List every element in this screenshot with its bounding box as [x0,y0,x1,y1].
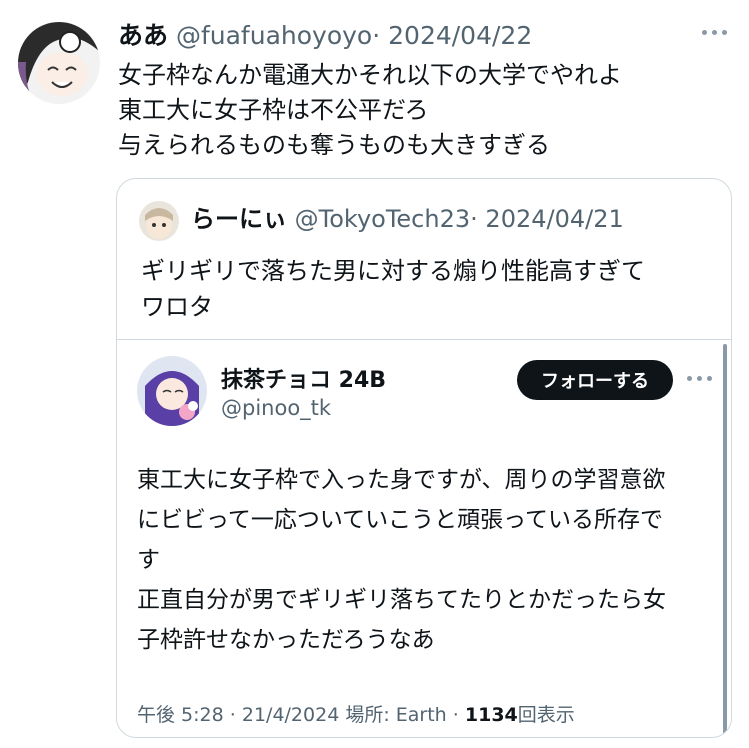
ellipsis-icon [687,376,712,381]
tweet-text-line: 女子枠なんか電通大かそれ以下の大学でやれよ [118,61,622,89]
quote-author-name[interactable]: らーにぃ [191,205,287,233]
tweet-text-line: 与えられるものも奪うものも大きすぎる [118,131,550,159]
tweet-date[interactable]: 2024/04/22 [388,21,532,50]
quote-header: らーにぃ @TokyoTech23· 2024/04/21 [191,203,624,235]
embed-more-options-button[interactable] [687,376,712,381]
tweet-text-line: 東工大に女子枠は不公平だろ [118,96,429,124]
embed-text-line: す [137,547,160,573]
embed-author-handle[interactable]: @pinoo_tk [221,396,331,420]
embedded-tweet[interactable]: 抹茶チョコ 24B @pinoo_tk フォローする 東工大に女子枠で入った身で… [117,339,731,737]
separator-dot: · [372,21,381,50]
follow-button[interactable]: フォローする [517,360,673,400]
more-options-button[interactable] [702,30,727,35]
quote-text-line: ワロタ [141,293,213,321]
quote-text: ギリギリで落ちた男に対する煽り性能高すぎて ワロタ [141,253,645,325]
embed-text: 東工大に女子枠で入った身ですが、周りの学習意欲 にビビって一応ついていこうと頑張… [137,460,666,660]
embed-meta: 午後 5:28 · 21/4/2024 場所: Earth · 1134回表示 [137,700,575,727]
scrollbar[interactable] [723,344,727,734]
tweet-header: ああ @fuafuahoyoyo· 2024/04/22 [118,20,532,52]
quote-date[interactable]: 2024/04/21 [485,205,623,233]
quote-author-handle[interactable]: @TokyoTech23 [295,205,471,233]
author-handle[interactable]: @fuafuahoyoyo [176,21,372,50]
views-label: 回表示 [517,704,575,726]
author-avatar[interactable] [18,22,100,104]
embed-text-line: 子枠許せなかっただろうなあ [137,627,435,653]
quote-text-line: ギリギリで落ちた男に対する煽り性能高すぎて [141,257,645,285]
embed-author-name[interactable]: 抹茶チョコ 24B [221,362,386,394]
embed-text-line: 東工大に女子枠で入った身ですが、周りの学習意欲 [137,467,666,493]
embed-text-line: にビビって一応ついていこうと頑張っている所存で [137,507,664,533]
embed-author-avatar[interactable] [137,356,207,426]
embed-location: 場所: Earth [345,704,447,726]
separator-dot: · [229,704,236,726]
embed-time[interactable]: 午後 5:28 [137,704,224,726]
quote-author-avatar[interactable] [139,201,179,241]
ellipsis-icon [702,30,727,35]
separator-dot: · [452,704,459,726]
views-count: 1134 [464,704,518,726]
embed-text-line: 正直自分が男でギリギリ落ちてたりとかだったら女 [137,587,666,613]
embed-date[interactable]: 21/4/2024 [242,704,339,726]
separator-dot: · [470,205,478,233]
quoted-tweet[interactable]: らーにぃ @TokyoTech23· 2024/04/21 ギリギリで落ちた男に… [116,178,732,738]
author-name[interactable]: ああ [118,21,168,50]
tweet-text: 女子枠なんか電通大かそれ以下の大学でやれよ 東工大に女子枠は不公平だろ 与えられ… [118,58,622,163]
